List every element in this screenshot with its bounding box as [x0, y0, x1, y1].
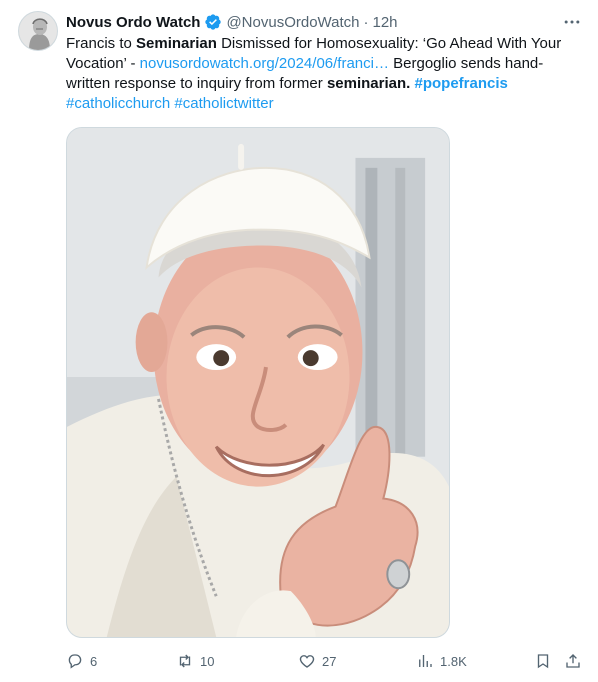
tweet-actions: 6 10 27 1.8K	[66, 649, 586, 673]
view-count: 1.8K	[440, 653, 467, 669]
article-link[interactable]: novusordowatch.org/2024/06/franci…	[140, 55, 389, 72]
reply-icon	[68, 654, 82, 669]
reply-count: 6	[90, 653, 98, 669]
like-count: 27	[322, 653, 337, 669]
like-button[interactable]: 27	[298, 649, 336, 673]
repost-button[interactable]: 10	[176, 649, 214, 673]
reply-button[interactable]: 6	[66, 649, 97, 673]
verified-badge-icon	[204, 13, 222, 31]
tweet[interactable]: Novus Ordo Watch @NovusOrdoWatch · 12h F…	[0, 0, 598, 682]
timestamp[interactable]: 12h	[373, 14, 398, 31]
highlight-seminarian: seminarian	[326, 75, 407, 92]
views-icon	[419, 655, 432, 667]
handle[interactable]: @NovusOrdoWatch	[226, 14, 359, 31]
hashtag-popefrancis[interactable]: #popefrancis	[415, 75, 508, 92]
hashtag-catholictwitter[interactable]: #catholictwitter	[174, 95, 273, 112]
share-button[interactable]	[564, 649, 582, 673]
repost-count: 10	[200, 653, 215, 669]
views-button[interactable]: 1.8K	[416, 649, 467, 673]
repost-icon	[179, 654, 191, 668]
photo-illustration	[67, 128, 449, 637]
tweet-text: Francis to Seminarian Dismissed for Homo…	[66, 34, 582, 114]
more-icon[interactable]	[562, 12, 582, 32]
display-name[interactable]: Novus Ordo Watch	[66, 14, 200, 31]
avatar[interactable]	[18, 11, 58, 51]
highlight-seminarian: Seminarian	[136, 35, 217, 52]
bookmark-button[interactable]	[534, 649, 552, 673]
text-segment: Francis to	[66, 35, 137, 52]
separator-dot: ·	[363, 13, 369, 31]
avatar-portrait-icon	[19, 12, 57, 50]
bookmark-icon	[537, 654, 549, 669]
tweet-photo[interactable]	[66, 127, 450, 638]
share-icon	[566, 654, 580, 668]
tweet-header: Novus Ordo Watch @NovusOrdoWatch · 12h	[66, 11, 398, 33]
text-segment: .	[406, 75, 415, 92]
heart-icon	[299, 655, 315, 668]
hashtag-catholicchurch[interactable]: #catholicchurch	[66, 95, 170, 112]
